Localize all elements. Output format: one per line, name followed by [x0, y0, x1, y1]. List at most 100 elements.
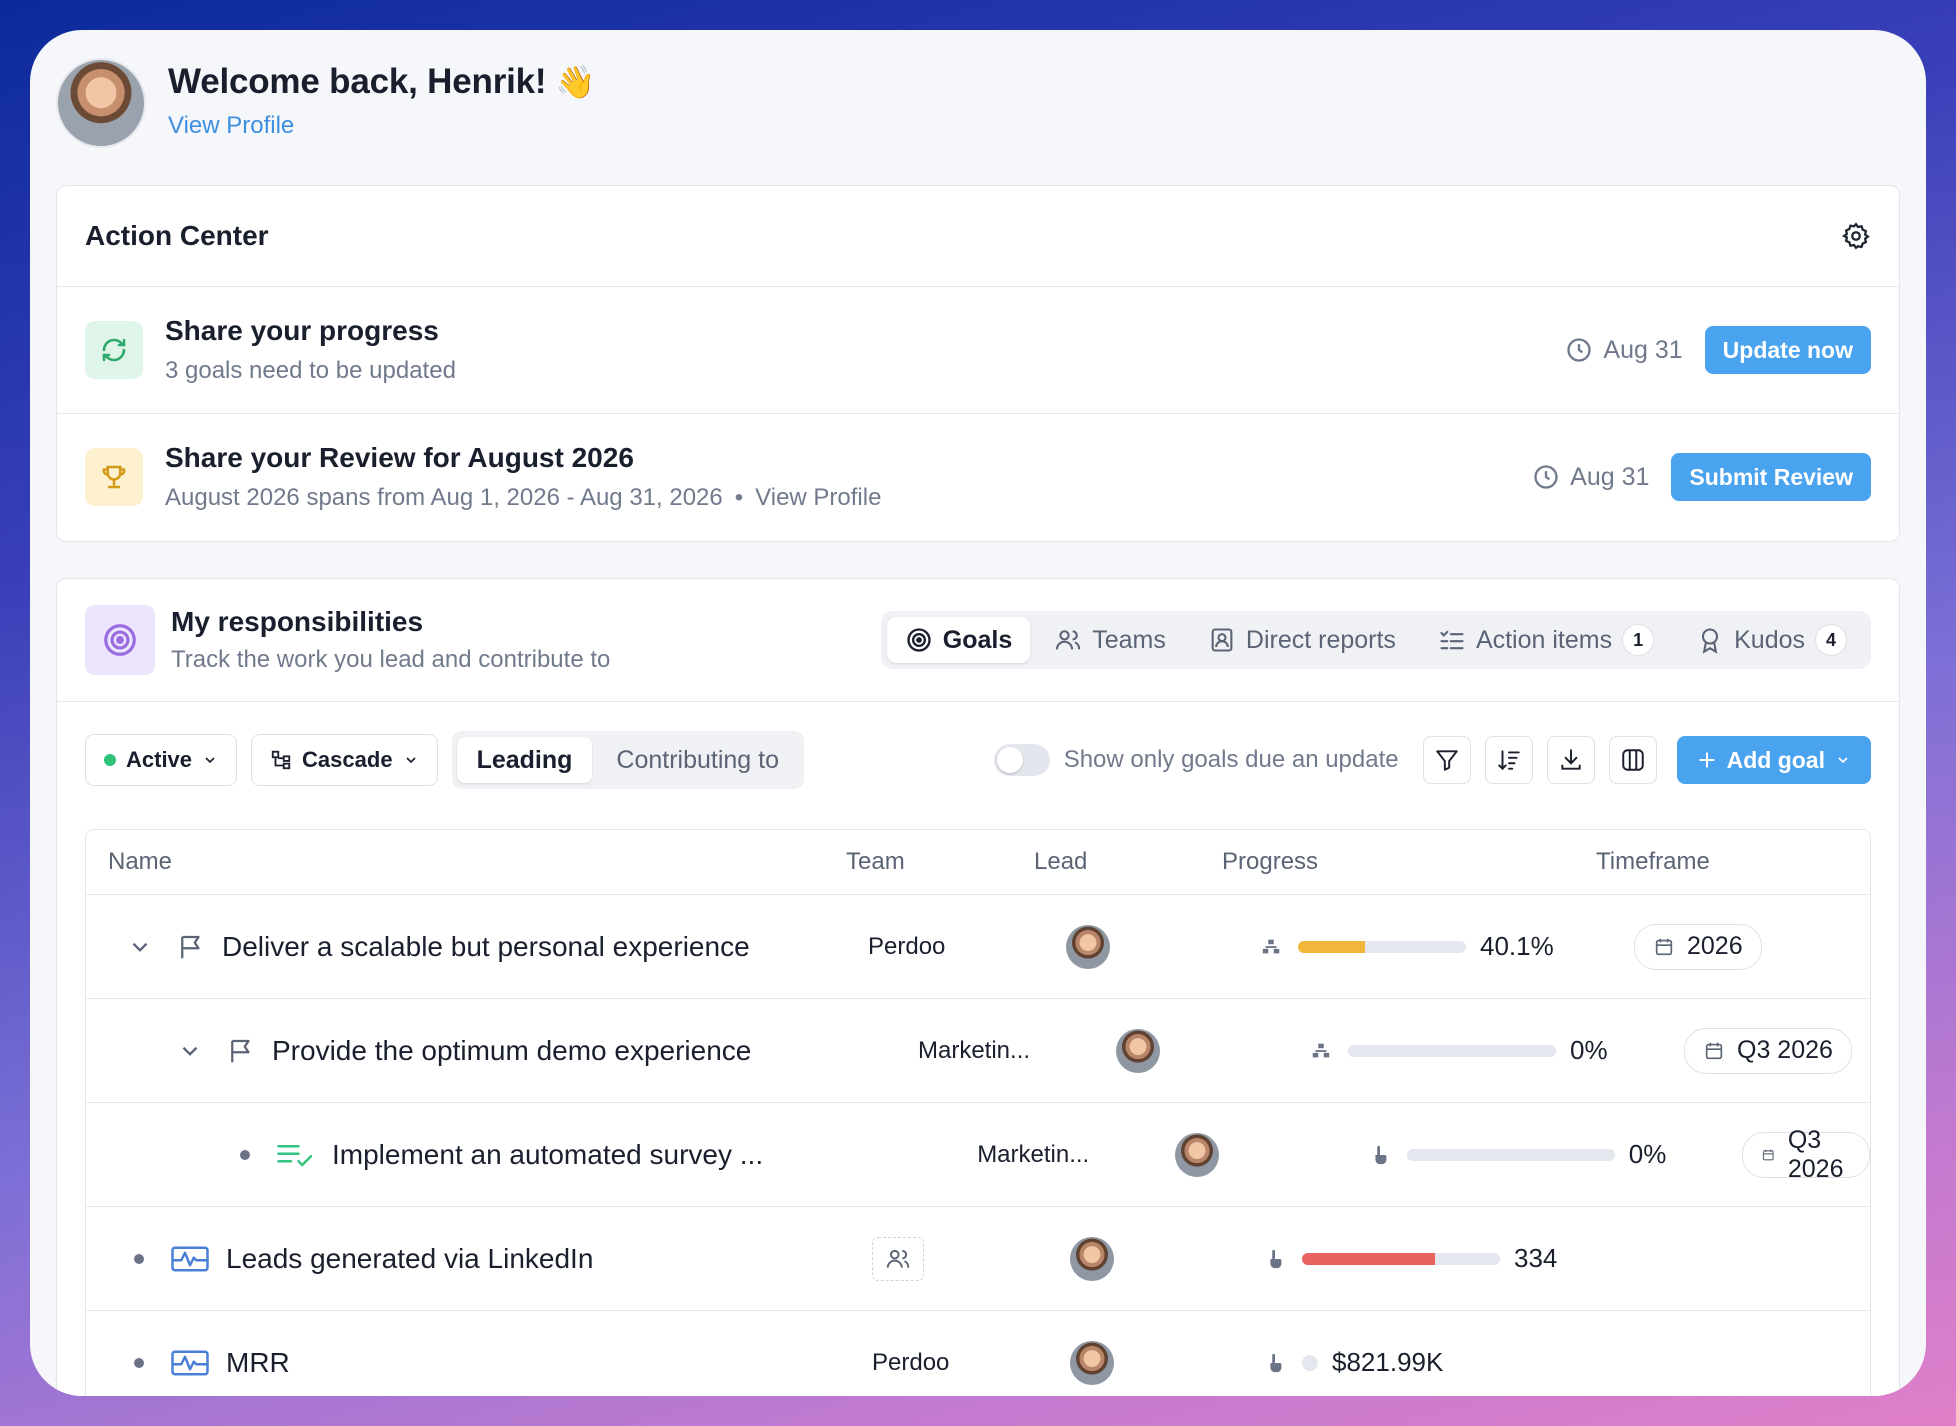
progress-value: 334: [1514, 1243, 1558, 1273]
clock-icon: [1534, 465, 1558, 489]
download-button[interactable]: [1546, 736, 1595, 784]
flag-icon: [181, 935, 200, 958]
goals-toolbar: Active Cascade Leading Contributing to S…: [57, 702, 1899, 818]
wave-emoji-icon: 👋: [555, 64, 596, 100]
tab-action-items[interactable]: Action items 1: [1420, 617, 1672, 663]
progress-value: $821.99K: [1332, 1347, 1444, 1377]
progress-value: 0%: [1628, 1139, 1667, 1169]
timeframe-badge[interactable]: Q3 2026: [1742, 1126, 1870, 1183]
col-name[interactable]: Name: [86, 848, 856, 876]
award-icon: [1702, 628, 1719, 654]
goal-name[interactable]: Provide the optimum demo experience: [272, 1035, 751, 1067]
status-filter-dropdown[interactable]: Active: [85, 734, 238, 786]
assign-team-button[interactable]: [872, 1236, 924, 1281]
col-timeframe[interactable]: Timeframe: [1596, 848, 1870, 876]
progress-bar: [1348, 1044, 1556, 1057]
filter-icon: [1435, 750, 1458, 771]
action-center-panel: Action Center Share your progress 3 goal…: [56, 185, 1900, 542]
due-date: Aug 31: [1565, 336, 1683, 365]
sort-button[interactable]: [1484, 736, 1533, 784]
filter-button[interactable]: [1422, 736, 1471, 784]
responsibilities-title: My responsibilities: [171, 606, 424, 637]
goal-name[interactable]: Deliver a scalable but personal experien…: [222, 931, 750, 963]
progress-value: 40.1%: [1480, 931, 1554, 961]
goal-team: Marketin...: [918, 1036, 1031, 1064]
aligned-hierarchy-icon: [1312, 1043, 1330, 1057]
chevron-down-icon[interactable]: [120, 934, 160, 960]
responsibility-tabs: Goals Teams Direct reports Action items …: [880, 611, 1871, 669]
view-profile-link[interactable]: View Profile: [755, 484, 881, 511]
col-lead[interactable]: Lead: [1034, 848, 1222, 876]
main-card: Welcome back, Henrik! 👋 View Profile Act…: [30, 30, 1926, 1396]
tab-direct-reports[interactable]: Direct reports: [1190, 617, 1414, 663]
avatar[interactable]: [1070, 1236, 1114, 1281]
plus-icon: [1698, 752, 1715, 768]
columns-icon: [1621, 749, 1644, 771]
update-now-button[interactable]: Update now: [1704, 326, 1871, 374]
avatar[interactable]: [1174, 1132, 1219, 1177]
avatar[interactable]: [1066, 924, 1110, 969]
pointer-hand-icon: [1270, 1249, 1282, 1268]
goal-name[interactable]: Implement an automated survey ...: [332, 1139, 763, 1171]
download-icon: [1560, 749, 1581, 770]
table-row[interactable]: Leads generated via LinkedIn 334: [86, 1207, 1870, 1311]
due-update-toggle-wrap: Show only goals due an update: [993, 744, 1399, 776]
action-item-share-progress: Share your progress 3 goals need to be u…: [57, 287, 1899, 414]
kpi-pulse-icon: [171, 1350, 209, 1375]
goal-team: Perdoo: [868, 932, 946, 960]
action-item-title: Share your Review for August 2026: [165, 442, 634, 473]
seg-leading[interactable]: Leading: [456, 737, 593, 783]
leading-contributing-toggle: Leading Contributing to: [451, 731, 805, 789]
calendar-icon: [1705, 1042, 1723, 1059]
calendar-icon: [1763, 1149, 1774, 1160]
kpi-pulse-icon: [171, 1246, 209, 1271]
goals-table: Name Team Lead Progress Timeframe Delive…: [85, 829, 1871, 1396]
columns-button[interactable]: [1608, 736, 1657, 784]
pointer-hand-icon: [1375, 1145, 1387, 1164]
welcome-title: Welcome back, Henrik! 👋: [168, 62, 596, 101]
tab-goals[interactable]: Goals: [886, 617, 1031, 663]
aligned-hierarchy-icon: [1262, 939, 1280, 953]
due-update-toggle[interactable]: [993, 744, 1050, 776]
flag-icon: [231, 1039, 250, 1062]
view-profile-link[interactable]: View Profile: [168, 112, 596, 140]
col-progress[interactable]: Progress: [1222, 848, 1596, 876]
avatar[interactable]: [1116, 1028, 1160, 1073]
goal-name[interactable]: MRR: [226, 1347, 290, 1379]
action-item-subtitle: August 2026 spans from Aug 1, 2026 - Aug…: [165, 484, 882, 511]
goal-name[interactable]: Leads generated via LinkedIn: [226, 1243, 593, 1275]
timeframe-badge[interactable]: Q3 2026: [1684, 1027, 1852, 1074]
add-goal-button[interactable]: Add goal: [1676, 736, 1871, 784]
col-team[interactable]: Team: [846, 848, 1034, 876]
chevron-down-icon[interactable]: [170, 1038, 210, 1064]
bullet-dot: [230, 1149, 260, 1160]
tab-kudos[interactable]: Kudos 4: [1678, 617, 1865, 663]
table-row[interactable]: Provide the optimum demo experience Mark…: [86, 999, 1870, 1103]
chevron-down-icon: [205, 757, 215, 764]
kudos-count: 4: [1815, 624, 1847, 656]
table-row[interactable]: Deliver a scalable but personal experien…: [86, 895, 1870, 999]
pointer-hand-icon: [1270, 1353, 1282, 1372]
contact-card-icon: [1211, 628, 1233, 652]
user-avatar[interactable]: [56, 58, 146, 148]
action-item-share-review: Share your Review for August 2026 August…: [57, 414, 1899, 540]
table-row[interactable]: Implement an automated survey ... Market…: [86, 1103, 1870, 1207]
table-row[interactable]: MRR Perdoo $821.99K: [86, 1311, 1870, 1396]
responsibilities-panel: My responsibilities Track the work you l…: [56, 578, 1900, 1396]
submit-review-button[interactable]: Submit Review: [1671, 453, 1871, 501]
tab-teams[interactable]: Teams: [1036, 617, 1184, 663]
timeframe-badge[interactable]: 2026: [1634, 923, 1762, 970]
action-center-title: Action Center: [85, 220, 269, 251]
progress-value: 0%: [1570, 1035, 1608, 1065]
gear-icon[interactable]: [1841, 221, 1871, 251]
welcome-header: Welcome back, Henrik! 👋 View Profile: [56, 58, 596, 148]
progress-bar: [1298, 940, 1466, 953]
avatar[interactable]: [1070, 1340, 1114, 1385]
goals-target-icon: [907, 628, 931, 652]
chevron-down-icon: [1838, 757, 1848, 764]
seg-contributing-to[interactable]: Contributing to: [596, 737, 799, 783]
sync-icon: [85, 321, 143, 379]
sort-icon: [1497, 750, 1520, 771]
view-mode-dropdown[interactable]: Cascade: [251, 734, 438, 786]
table-header: Name Team Lead Progress Timeframe: [86, 830, 1870, 895]
